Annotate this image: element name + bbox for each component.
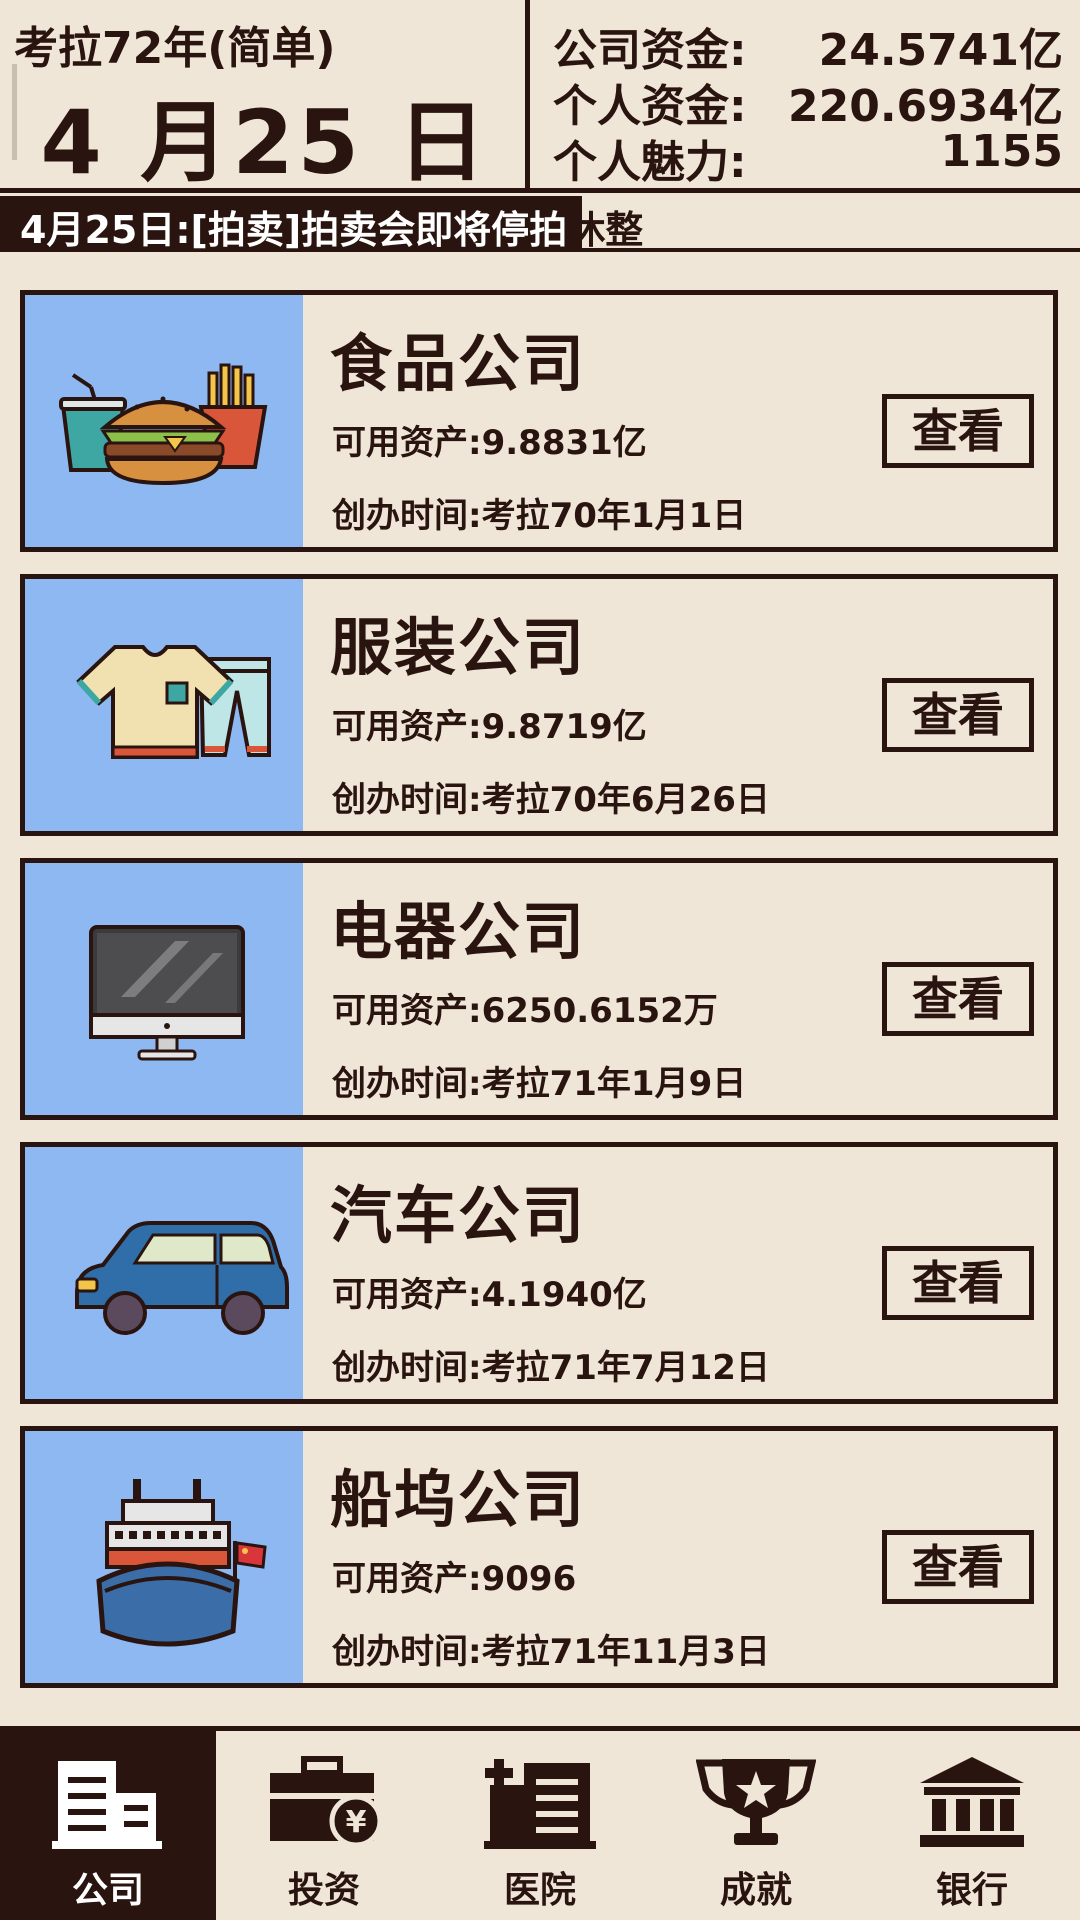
company-card-clothing[interactable]: 服装公司 可用资产:9.8719亿 创办时间:考拉70年6月26日 查看: [20, 574, 1058, 836]
nav-tab-label: 银行: [935, 1870, 1008, 1911]
personal-funds-label: 个人资金:: [553, 81, 747, 132]
nav-tab-invest[interactable]: ¥ 投资: [216, 1731, 432, 1920]
company-funds-row: 公司资金: 24.5741亿: [553, 14, 1063, 76]
stats-panel: 公司资金: 24.5741亿 个人资金: 220.6934亿 个人魅力: 115…: [535, 0, 1080, 193]
view-button[interactable]: 查看: [882, 678, 1034, 752]
company-founded-date: 创办时间:考拉71年1月9日: [332, 1064, 747, 1104]
company-assets: 可用资产:4.1940亿: [332, 1275, 647, 1315]
view-button[interactable]: 查看: [882, 1530, 1034, 1604]
company-name: 食品公司: [330, 327, 587, 400]
bank-icon: [920, 1757, 1024, 1847]
nav-tab-bank[interactable]: 银行: [864, 1731, 1080, 1920]
personal-funds-value: 220.6934亿: [787, 81, 1063, 132]
ship-icon: [96, 1479, 267, 1647]
nav-tab-label: 医院: [503, 1870, 576, 1911]
nav-tab-label: 成就: [719, 1870, 792, 1911]
news-ticker: 4月25日:[拍卖]拍卖会即将停拍休整: [0, 196, 1080, 252]
company-funds-value: 24.5741亿: [818, 25, 1063, 76]
company-founded-date: 创办时间:考拉71年11月3日: [332, 1632, 770, 1672]
company-card-shipyard[interactable]: 船坞公司 可用资产:9096 创办时间:考拉71年11月3日 查看: [20, 1426, 1058, 1688]
company-assets: 可用资产:6250.6152万: [332, 991, 718, 1031]
company-name: 电器公司: [330, 895, 587, 968]
company-founded-date: 创办时间:考拉71年7月12日: [332, 1348, 770, 1388]
status-header: 考拉72年(简单) 4 月25 日 公司资金: 24.5741亿 个人资金: 2…: [0, 0, 1080, 194]
company-thumbnail: [25, 295, 303, 547]
clothing-icon: [76, 645, 271, 759]
company-name: 汽车公司: [330, 1179, 587, 1252]
game-year-label: 考拉72年(简单): [14, 23, 336, 74]
company-card-car[interactable]: 汽车公司 可用资产:4.1940亿 创办时间:考拉71年7月12日 查看: [20, 1142, 1058, 1404]
charisma-value: 1155: [940, 126, 1063, 177]
nav-tab-label: 投资: [287, 1870, 360, 1911]
bottom-navigation: 公司 ¥ 投资 医院 成就 银行: [0, 1726, 1080, 1920]
company-thumbnail: [25, 863, 303, 1115]
view-button[interactable]: 查看: [882, 1246, 1034, 1320]
view-button[interactable]: 查看: [882, 394, 1034, 468]
company-founded-date: 创办时间:考拉70年6月26日: [332, 780, 770, 820]
company-thumbnail: [25, 579, 303, 831]
view-button[interactable]: 查看: [882, 962, 1034, 1036]
current-date: 4 月25 日: [40, 91, 490, 194]
nav-tab-hospital[interactable]: 医院: [432, 1731, 648, 1920]
company-assets: 可用资产:9.8831亿: [332, 423, 647, 463]
company-founded-date: 创办时间:考拉70年1月1日: [332, 496, 747, 536]
ticker-message-main: 4月25日:[拍卖]拍卖会即将停拍: [20, 208, 568, 252]
ticker-message-tail: 休整: [567, 208, 644, 252]
briefcase-yen-icon: ¥: [270, 1756, 383, 1848]
personal-funds-row: 个人资金: 220.6934亿: [553, 70, 1063, 132]
svg-text:¥: ¥: [346, 1805, 367, 1840]
company-name: 服装公司: [330, 611, 587, 684]
company-name: 船坞公司: [330, 1463, 587, 1536]
food-icon: [59, 363, 268, 486]
hospital-icon: [484, 1759, 596, 1849]
company-assets: 可用资产:9.8719亿: [332, 707, 647, 747]
date-panel: 考拉72年(简单) 4 月25 日: [0, 0, 530, 194]
nav-tab-achievement[interactable]: 成就: [648, 1731, 864, 1920]
monitor-icon: [89, 925, 245, 1061]
nav-tab-label: 公司: [71, 1870, 144, 1911]
trophy-icon: [696, 1759, 816, 1845]
charisma-row: 个人魅力: 1155: [553, 126, 1063, 188]
company-assets: 可用资产:9096: [332, 1559, 577, 1599]
building-icon: [52, 1761, 162, 1849]
company-thumbnail: [25, 1431, 303, 1683]
nav-tab-company[interactable]: 公司: [0, 1731, 216, 1920]
company-card-electronics[interactable]: 电器公司 可用资产:6250.6152万 创办时间:考拉71年1月9日 查看: [20, 858, 1058, 1120]
company-funds-label: 公司资金:: [553, 25, 747, 76]
charisma-label: 个人魅力:: [553, 137, 747, 188]
car-icon: [75, 1221, 289, 1335]
company-thumbnail: [25, 1147, 303, 1399]
ticker-message: 4月25日:[拍卖]拍卖会即将停拍休整: [20, 199, 643, 254]
company-card-food[interactable]: 食品公司 可用资产:9.8831亿 创办时间:考拉70年1月1日 查看: [20, 290, 1058, 552]
